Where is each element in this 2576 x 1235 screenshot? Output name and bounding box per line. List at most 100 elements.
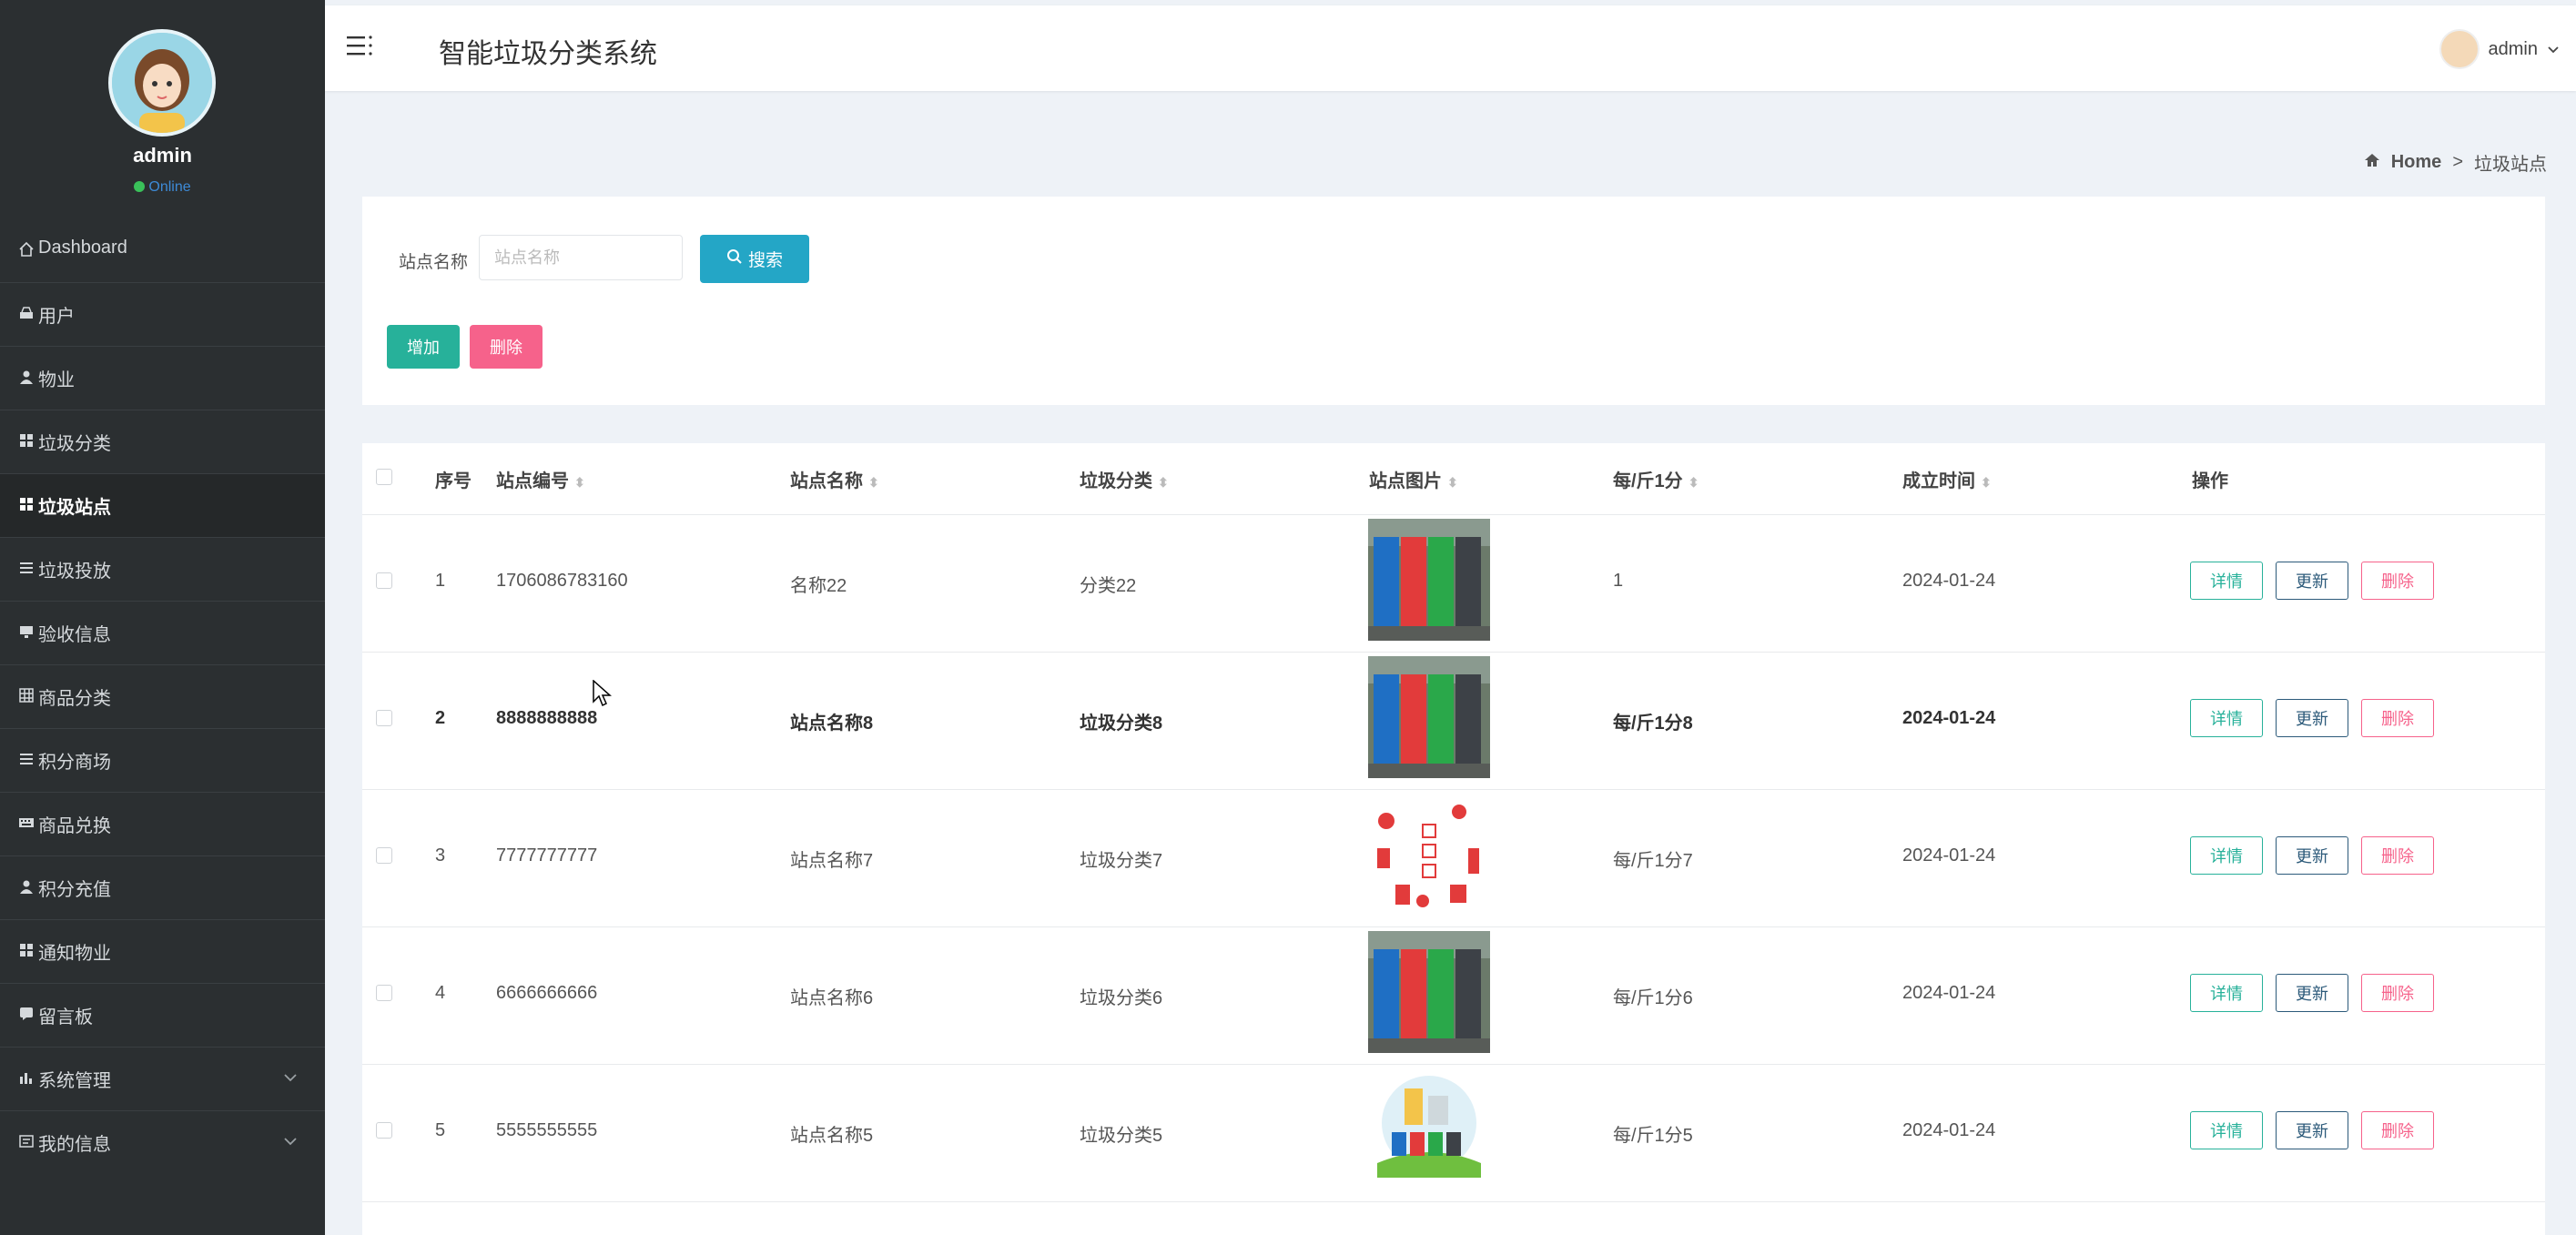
cell-date: 2024-01-24: [1902, 708, 1996, 728]
table-row[interactable]: 1 1706086783160 名称22 分类22 1 2024-01-24 详…: [362, 514, 2545, 653]
sidebar-item-message-board[interactable]: 留言板: [0, 984, 325, 1048]
header-index: 序号: [435, 471, 472, 491]
cell-points: 每/斤1分5: [1613, 1126, 1693, 1146]
menu-toggle-icon[interactable]: [345, 31, 376, 64]
sidebar-item-system-management[interactable]: 系统管理: [0, 1048, 325, 1111]
delete-button[interactable]: 删除: [2361, 974, 2434, 1012]
breadcrumb: Home > 垃圾站点: [2364, 149, 2547, 176]
search-input[interactable]: [479, 235, 683, 280]
header-points[interactable]: 每/斤1分 ⬍: [1613, 466, 1699, 492]
sidebar-item-points-recharge[interactable]: 积分充值: [0, 856, 325, 920]
monitor-icon: [18, 623, 35, 640]
table-row[interactable]: 3 7777777777 站点名称7 垃圾分类7 每/斤1分7 2024-01-…: [362, 789, 2545, 927]
list-icon: [18, 560, 35, 576]
detail-button[interactable]: 详情: [2190, 836, 2263, 875]
delete-button[interactable]: 删除: [2361, 699, 2434, 737]
detail-button[interactable]: 详情: [2190, 699, 2263, 737]
sidebar-item-label: 验收信息: [38, 625, 111, 645]
cell-points: 每/斤1分7: [1613, 851, 1693, 871]
delete-button[interactable]: 删除: [2361, 836, 2434, 875]
user-avatar: [2439, 29, 2480, 69]
sidebar-item-property[interactable]: 物业: [0, 347, 325, 410]
sidebar-item-dashboard[interactable]: Dashboard: [0, 219, 325, 283]
row-checkbox[interactable]: [376, 572, 392, 589]
station-image[interactable]: [1368, 519, 1490, 641]
sidebar-item-label: 积分商场: [38, 753, 111, 773]
cell-name: 站点名称5: [790, 1126, 874, 1146]
sidebar-item-users[interactable]: 用户: [0, 283, 325, 347]
header-category[interactable]: 垃圾分类 ⬍: [1080, 466, 1169, 492]
select-all-checkbox[interactable]: [376, 469, 392, 485]
app-title: 智能垃圾分类系统: [439, 39, 657, 69]
header-name[interactable]: 站点名称 ⬍: [790, 466, 879, 492]
breadcrumb-separator: >: [2452, 152, 2463, 172]
sidebar-item-label: 垃圾投放: [38, 562, 111, 582]
cell-code: 1706086783160: [496, 571, 628, 591]
detail-button[interactable]: 详情: [2190, 562, 2263, 600]
station-image[interactable]: [1368, 794, 1490, 916]
sidebar-item-goods-exchange[interactable]: 商品兑换: [0, 793, 325, 856]
update-button[interactable]: 更新: [2276, 562, 2348, 600]
sort-icon: ⬍: [1447, 475, 1458, 490]
online-status: Online: [0, 179, 325, 196]
search-label: 站点名称: [399, 253, 469, 272]
sidebar-item-points-mall[interactable]: 积分商场: [0, 729, 325, 793]
table-row[interactable]: 5 5555555555 站点名称5 垃圾分类5 每/斤1分5 2024-01-…: [362, 1064, 2545, 1202]
update-button[interactable]: 更新: [2276, 974, 2348, 1012]
grid-icon: [18, 432, 35, 449]
table-row[interactable]: 4 6666666666 站点名称6 垃圾分类6 每/斤1分6 2024-01-…: [362, 926, 2545, 1065]
sidebar-item-label: 积分充值: [38, 880, 111, 900]
row-checkbox[interactable]: [376, 1122, 392, 1139]
add-button[interactable]: 增加: [387, 325, 460, 369]
row-checkbox[interactable]: [376, 985, 392, 1001]
avatar: [108, 29, 216, 137]
header-image[interactable]: 站点图片 ⬍: [1369, 466, 1458, 492]
header-code[interactable]: 站点编号 ⬍: [496, 466, 585, 492]
row-checkbox[interactable]: [376, 847, 392, 864]
breadcrumb-home[interactable]: Home: [2391, 152, 2442, 173]
sidebar-item-my-info[interactable]: 我的信息: [0, 1111, 325, 1174]
detail-button[interactable]: 详情: [2190, 974, 2263, 1012]
delete-button[interactable]: 删除: [2361, 562, 2434, 600]
station-image[interactable]: [1368, 656, 1490, 778]
sort-icon: ⬍: [1688, 475, 1699, 490]
home-icon: [18, 241, 35, 258]
cell-category: 分类22: [1080, 576, 1137, 596]
drive-icon: [18, 305, 35, 321]
update-button[interactable]: 更新: [2276, 836, 2348, 875]
sidebar-item-notify-property[interactable]: 通知物业: [0, 920, 325, 984]
sidebar-item-garbage-disposal[interactable]: 垃圾投放: [0, 538, 325, 602]
user-name: admin: [2488, 38, 2538, 59]
cell-code: 7777777777: [496, 845, 598, 866]
update-button[interactable]: 更新: [2276, 1111, 2348, 1149]
delete-button[interactable]: 删除: [2361, 1111, 2434, 1149]
cell-points: 每/斤1分8: [1613, 714, 1693, 734]
cell-index: 1: [435, 571, 446, 591]
sidebar-item-goods-category[interactable]: 商品分类: [0, 665, 325, 729]
cell-category: 垃圾分类7: [1080, 851, 1163, 871]
sidebar-item-garbage-category[interactable]: 垃圾分类: [0, 410, 325, 474]
sidebar-item-garbage-station[interactable]: 垃圾站点: [0, 474, 325, 538]
sidebar-item-label: 商品分类: [38, 689, 111, 709]
station-image[interactable]: [1368, 931, 1490, 1053]
row-checkbox[interactable]: [376, 710, 392, 726]
batch-delete-button[interactable]: 删除: [470, 325, 543, 369]
sidebar-item-label: 垃圾分类: [38, 434, 111, 454]
id-card-icon: [18, 1133, 35, 1149]
header-date[interactable]: 成立时间 ⬍: [1902, 466, 1992, 492]
sidebar-profile: admin Online: [0, 0, 325, 226]
update-button[interactable]: 更新: [2276, 699, 2348, 737]
sort-icon: ⬍: [868, 475, 879, 490]
status-dot-icon: [134, 181, 146, 192]
chevron-down-icon: [283, 1068, 298, 1087]
user-menu[interactable]: admin: [2439, 29, 2560, 69]
cell-name: 站点名称7: [790, 851, 874, 871]
list-icon: [18, 751, 35, 767]
cell-index: 5: [435, 1120, 446, 1140]
table-icon: [18, 687, 35, 704]
station-image[interactable]: [1368, 1068, 1490, 1190]
table-row[interactable]: 2 8888888888 站点名称8 垃圾分类8 每/斤1分8 2024-01-…: [362, 652, 2545, 790]
detail-button[interactable]: 详情: [2190, 1111, 2263, 1149]
search-button[interactable]: 搜索: [700, 235, 809, 283]
sidebar-item-acceptance[interactable]: 验收信息: [0, 602, 325, 665]
